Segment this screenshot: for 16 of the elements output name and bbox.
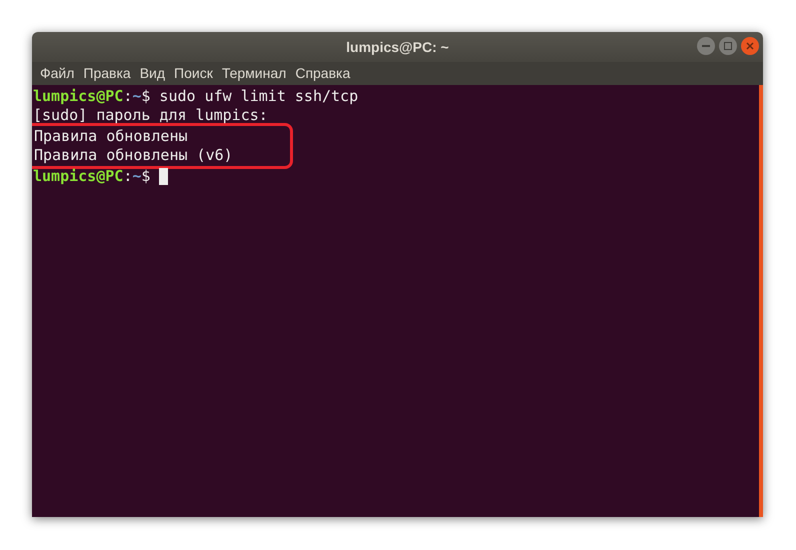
terminal-line: lumpics@PC:~$ xyxy=(33,166,152,188)
terminal-line: lumpics@PC:~$ sudo ufw limit ssh/tcp xyxy=(33,86,358,108)
menu-item[interactable]: Терминал xyxy=(218,63,290,84)
window-title: lumpics@PC: ~ xyxy=(346,38,449,57)
maximize-button[interactable] xyxy=(719,37,737,55)
close-icon xyxy=(746,42,754,50)
menu-item[interactable]: Поиск xyxy=(170,63,217,84)
menu-item[interactable]: Справка xyxy=(291,63,354,84)
terminal-line: [sudo] пароль для lumpics: xyxy=(33,105,268,126)
minimize-button[interactable] xyxy=(697,37,715,55)
menu-item[interactable]: Вид xyxy=(136,63,170,84)
menu-item[interactable]: Файл xyxy=(36,63,78,84)
menu-item[interactable]: Правка xyxy=(79,63,135,84)
close-button[interactable] xyxy=(741,37,759,55)
terminal-line: Правила обновлены xyxy=(34,126,188,148)
terminal-line: Правила обновлены (v6) xyxy=(34,145,233,166)
